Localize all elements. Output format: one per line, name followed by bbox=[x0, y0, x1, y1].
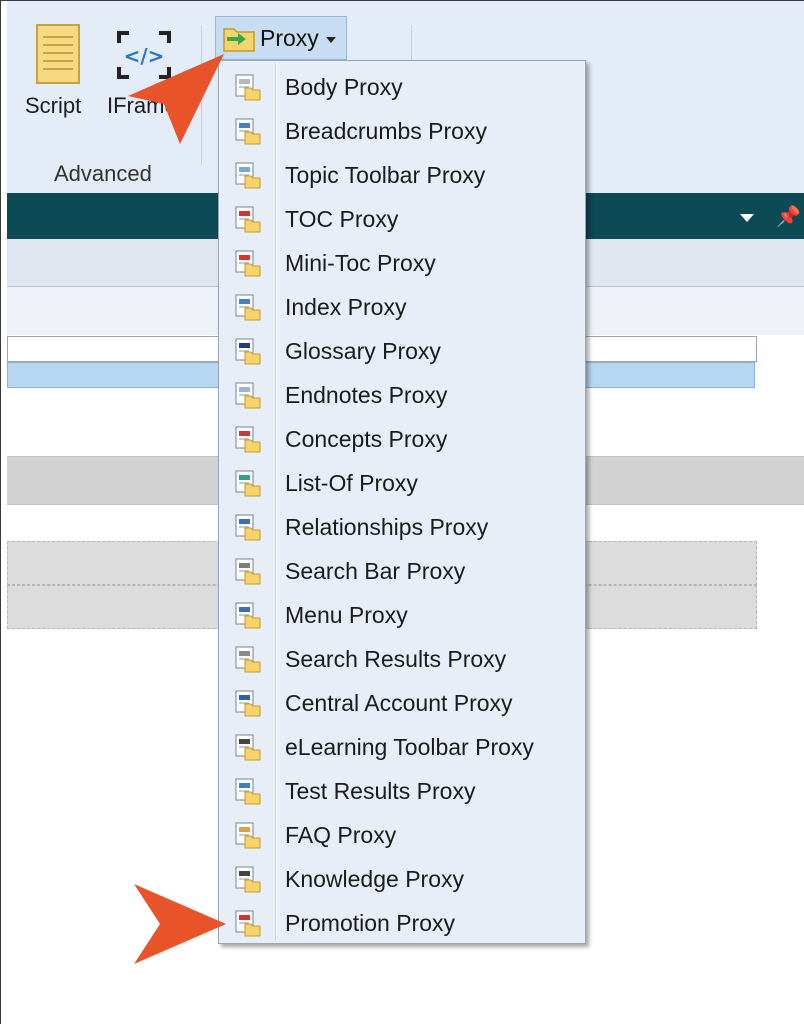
menu-item-promotion-proxy[interactable]: Promotion Proxy bbox=[219, 901, 585, 945]
menu-item-elearning-toolbar-proxy[interactable]: eLearning Toolbar Proxy bbox=[219, 725, 585, 769]
menu-item-central-account-proxy[interactable]: Central Account Proxy bbox=[219, 681, 585, 725]
menu-item-label: Breadcrumbs Proxy bbox=[285, 118, 487, 144]
menu-item-label: Body Proxy bbox=[285, 74, 403, 100]
menu-item-label: List-Of Proxy bbox=[285, 470, 418, 496]
mini-toc-proxy-icon bbox=[235, 250, 261, 277]
search-results-proxy-icon bbox=[235, 646, 261, 673]
menu-item-label: Glossary Proxy bbox=[285, 338, 441, 364]
menu-item-body-proxy[interactable]: Body Proxy bbox=[219, 65, 585, 109]
index-proxy-icon bbox=[235, 294, 261, 321]
script-label: Script bbox=[25, 93, 82, 118]
menu-item-mini-toc-proxy[interactable]: Mini-Toc Proxy bbox=[219, 241, 585, 285]
menu-item-label: Concepts Proxy bbox=[285, 426, 448, 452]
script-icon bbox=[36, 24, 80, 84]
breadcrumbs-proxy-icon bbox=[235, 118, 261, 145]
script-button[interactable]: Script bbox=[23, 23, 93, 123]
callout-arrow-top bbox=[128, 54, 224, 144]
menu-proxy-icon bbox=[235, 602, 261, 629]
test-results-proxy-icon bbox=[235, 778, 261, 805]
menu-item-search-results-proxy[interactable]: Search Results Proxy bbox=[219, 637, 585, 681]
promotion-proxy-icon bbox=[235, 910, 261, 937]
menu-item-label: FAQ Proxy bbox=[285, 822, 397, 848]
menu-item-label: Search Results Proxy bbox=[285, 646, 507, 672]
menu-item-label: Relationships Proxy bbox=[285, 514, 489, 540]
menu-item-list-of-proxy[interactable]: List-Of Proxy bbox=[219, 461, 585, 505]
menu-item-label: Mini-Toc Proxy bbox=[285, 250, 436, 276]
topic-toolbar-proxy-icon bbox=[235, 162, 261, 189]
faq-proxy-icon bbox=[235, 822, 261, 849]
pin-icon[interactable]: 📌 bbox=[776, 204, 801, 228]
knowledge-proxy-icon bbox=[235, 866, 261, 893]
central-account-proxy-icon bbox=[235, 690, 261, 717]
body-proxy-icon bbox=[235, 74, 261, 101]
menu-item-label: Index Proxy bbox=[285, 294, 407, 320]
menu-item-label: TOC Proxy bbox=[285, 206, 399, 232]
glossary-proxy-icon bbox=[235, 338, 261, 365]
menu-item-faq-proxy[interactable]: FAQ Proxy bbox=[219, 813, 585, 857]
menu-item-index-proxy[interactable]: Index Proxy bbox=[219, 285, 585, 329]
group-label-advanced: Advanced bbox=[54, 161, 152, 186]
elearning-toolbar-proxy-icon bbox=[235, 734, 261, 761]
menu-item-label: Central Account Proxy bbox=[285, 690, 513, 716]
menu-item-search-bar-proxy[interactable]: Search Bar Proxy bbox=[219, 549, 585, 593]
menu-item-concepts-proxy[interactable]: Concepts Proxy bbox=[219, 417, 585, 461]
menu-item-label: Search Bar Proxy bbox=[285, 558, 466, 584]
menu-item-knowledge-proxy[interactable]: Knowledge Proxy bbox=[219, 857, 585, 901]
proxy-dropdown-menu: Body Proxy Breadcrumbs Proxy Topic Toolbar… bbox=[218, 60, 586, 944]
menu-item-breadcrumbs-proxy[interactable]: Breadcrumbs Proxy bbox=[219, 109, 585, 153]
menu-item-menu-proxy[interactable]: Menu Proxy bbox=[219, 593, 585, 637]
proxy-button-label: Proxy bbox=[260, 25, 319, 51]
list-of-proxy-icon bbox=[235, 470, 261, 497]
menu-item-glossary-proxy[interactable]: Glossary Proxy bbox=[219, 329, 585, 373]
proxy-icon bbox=[223, 28, 255, 52]
relationships-proxy-icon bbox=[235, 514, 261, 541]
menu-item-toc-proxy[interactable]: TOC Proxy bbox=[219, 197, 585, 241]
menu-item-label: Test Results Proxy bbox=[285, 778, 476, 804]
menu-item-label: Topic Toolbar Proxy bbox=[285, 162, 486, 188]
menu-item-label: Knowledge Proxy bbox=[285, 866, 464, 892]
menu-item-endnotes-proxy[interactable]: Endnotes Proxy bbox=[219, 373, 585, 417]
menu-item-topic-toolbar-proxy[interactable]: Topic Toolbar Proxy bbox=[219, 153, 585, 197]
proxy-dropdown-button[interactable]: Proxy bbox=[215, 16, 347, 60]
toc-proxy-icon bbox=[235, 206, 261, 233]
menu-item-label: eLearning Toolbar Proxy bbox=[285, 734, 534, 760]
menu-item-label: Menu Proxy bbox=[285, 602, 408, 628]
concepts-proxy-icon bbox=[235, 426, 261, 453]
menu-item-label: Promotion Proxy bbox=[285, 910, 456, 936]
callout-arrow-bottom bbox=[134, 884, 226, 964]
chevron-down-icon bbox=[326, 37, 336, 43]
endnotes-proxy-icon bbox=[235, 382, 261, 409]
menu-item-test-results-proxy[interactable]: Test Results Proxy bbox=[219, 769, 585, 813]
search-bar-proxy-icon bbox=[235, 558, 261, 585]
menu-item-label: Endnotes Proxy bbox=[285, 382, 448, 408]
menu-item-relationships-proxy[interactable]: Relationships Proxy bbox=[219, 505, 585, 549]
panel-menu-dropdown-icon[interactable] bbox=[740, 214, 754, 222]
